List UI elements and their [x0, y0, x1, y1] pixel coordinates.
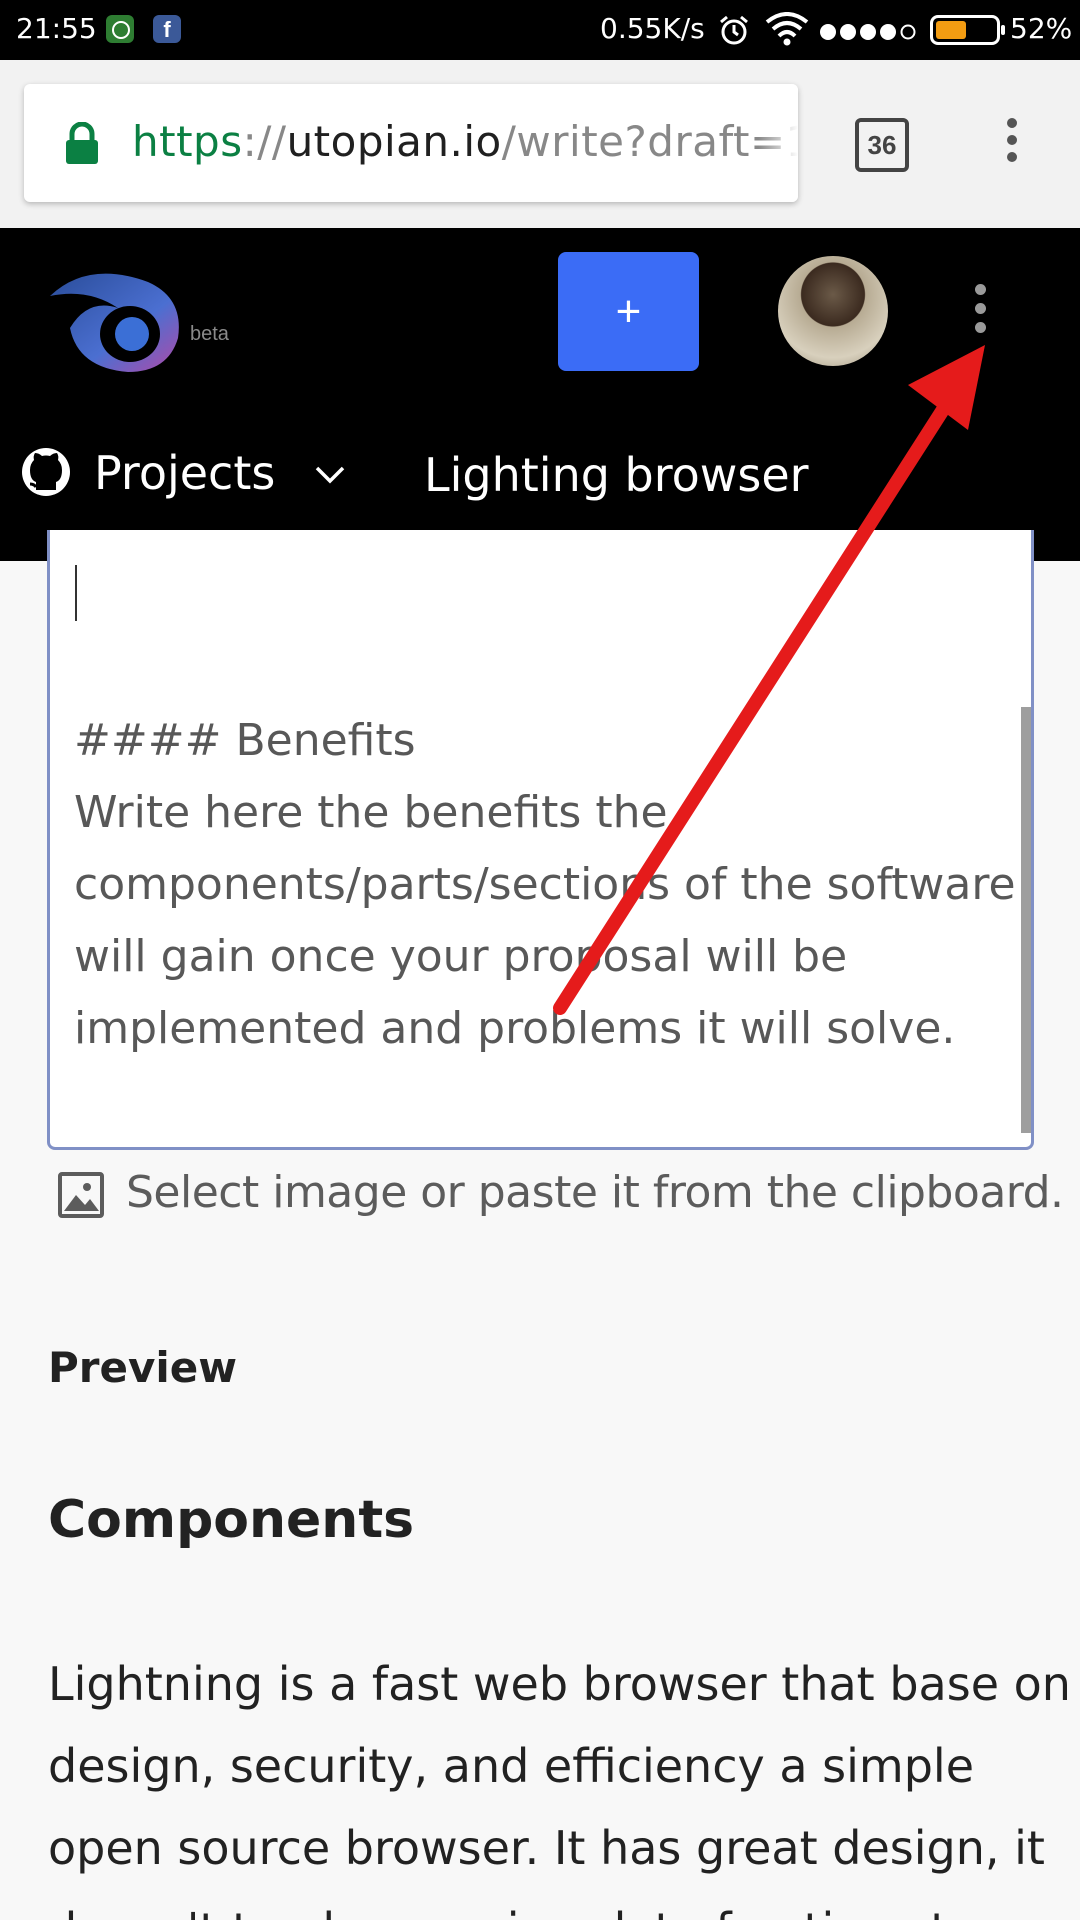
battery-fill: [936, 21, 966, 39]
browser-menu-icon[interactable]: [1000, 118, 1024, 174]
url-scheme: https: [132, 117, 243, 166]
editor-line: will gain once your proposal will be: [74, 931, 848, 982]
signal-icon: [820, 24, 916, 40]
preview-line: open source browser. It has great design…: [48, 1821, 1045, 1875]
alarm-icon: [720, 15, 748, 45]
editor-scrollbar[interactable]: [1021, 707, 1031, 1133]
user-avatar[interactable]: [778, 256, 888, 366]
editor-line: implemented and problems it will solve.: [74, 1003, 956, 1054]
url-path: /write?draft=1613: [501, 117, 798, 166]
url-text[interactable]: https://utopian.io/write?draft=1613: [132, 117, 798, 166]
preview-body: Lightning is a fast web browser that bas…: [48, 1643, 1071, 1920]
facebook-icon: f: [153, 15, 181, 43]
preview-line: Lightning is a fast web browser that bas…: [48, 1657, 1071, 1711]
network-speed: 0.55K/s: [600, 12, 705, 45]
status-bar: 21:55 f 0.55K/s 52%: [0, 0, 1080, 60]
tab-switcher-button[interactable]: 36: [855, 118, 909, 172]
editor-line: components/parts/sections of the softwar…: [74, 859, 1016, 910]
browser-toolbar: https://utopian.io/write?draft=1613 36: [0, 60, 1080, 228]
whatsapp-icon: [106, 15, 134, 43]
site-menu-icon[interactable]: [970, 284, 990, 344]
chevron-down-icon[interactable]: [314, 464, 346, 486]
preview-line: design, security, and efficiency a simpl…: [48, 1739, 974, 1793]
editor-line: #### Benefits: [74, 715, 416, 766]
projects-dropdown[interactable]: Projects: [94, 446, 275, 500]
github-icon: [22, 448, 70, 496]
battery-percent: 52%: [1010, 12, 1073, 45]
selected-project[interactable]: Lighting browser: [424, 448, 809, 502]
preview-line: doesn't track you, gives lot of options …: [48, 1889, 1048, 1920]
text-caret: [75, 565, 77, 621]
preview-heading: Preview: [48, 1343, 238, 1392]
utopian-logo[interactable]: [48, 268, 188, 378]
lock-icon: [66, 122, 98, 164]
image-icon[interactable]: [57, 1171, 105, 1219]
url-host: utopian.io: [286, 117, 502, 166]
battery-icon: [930, 15, 1005, 45]
status-time: 21:55: [16, 12, 97, 45]
editor-line: Write here the benefits the: [74, 787, 668, 838]
url-separator: ://: [242, 117, 287, 166]
address-bar[interactable]: https://utopian.io/write?draft=1613: [24, 84, 798, 202]
markdown-editor[interactable]: #### Benefits Write here the benefits th…: [47, 530, 1034, 1150]
preview-section-title: Components: [48, 1490, 415, 1550]
beta-label: beta: [190, 323, 229, 345]
site-header: beta + Projects Lighting browser: [0, 228, 1080, 561]
select-image-link[interactable]: Select image or paste it from the clipbo…: [126, 1167, 1064, 1218]
wifi-icon: [765, 12, 809, 46]
editor-content[interactable]: #### Benefits Write here the benefits th…: [74, 705, 1016, 1065]
create-post-button[interactable]: +: [558, 252, 699, 371]
